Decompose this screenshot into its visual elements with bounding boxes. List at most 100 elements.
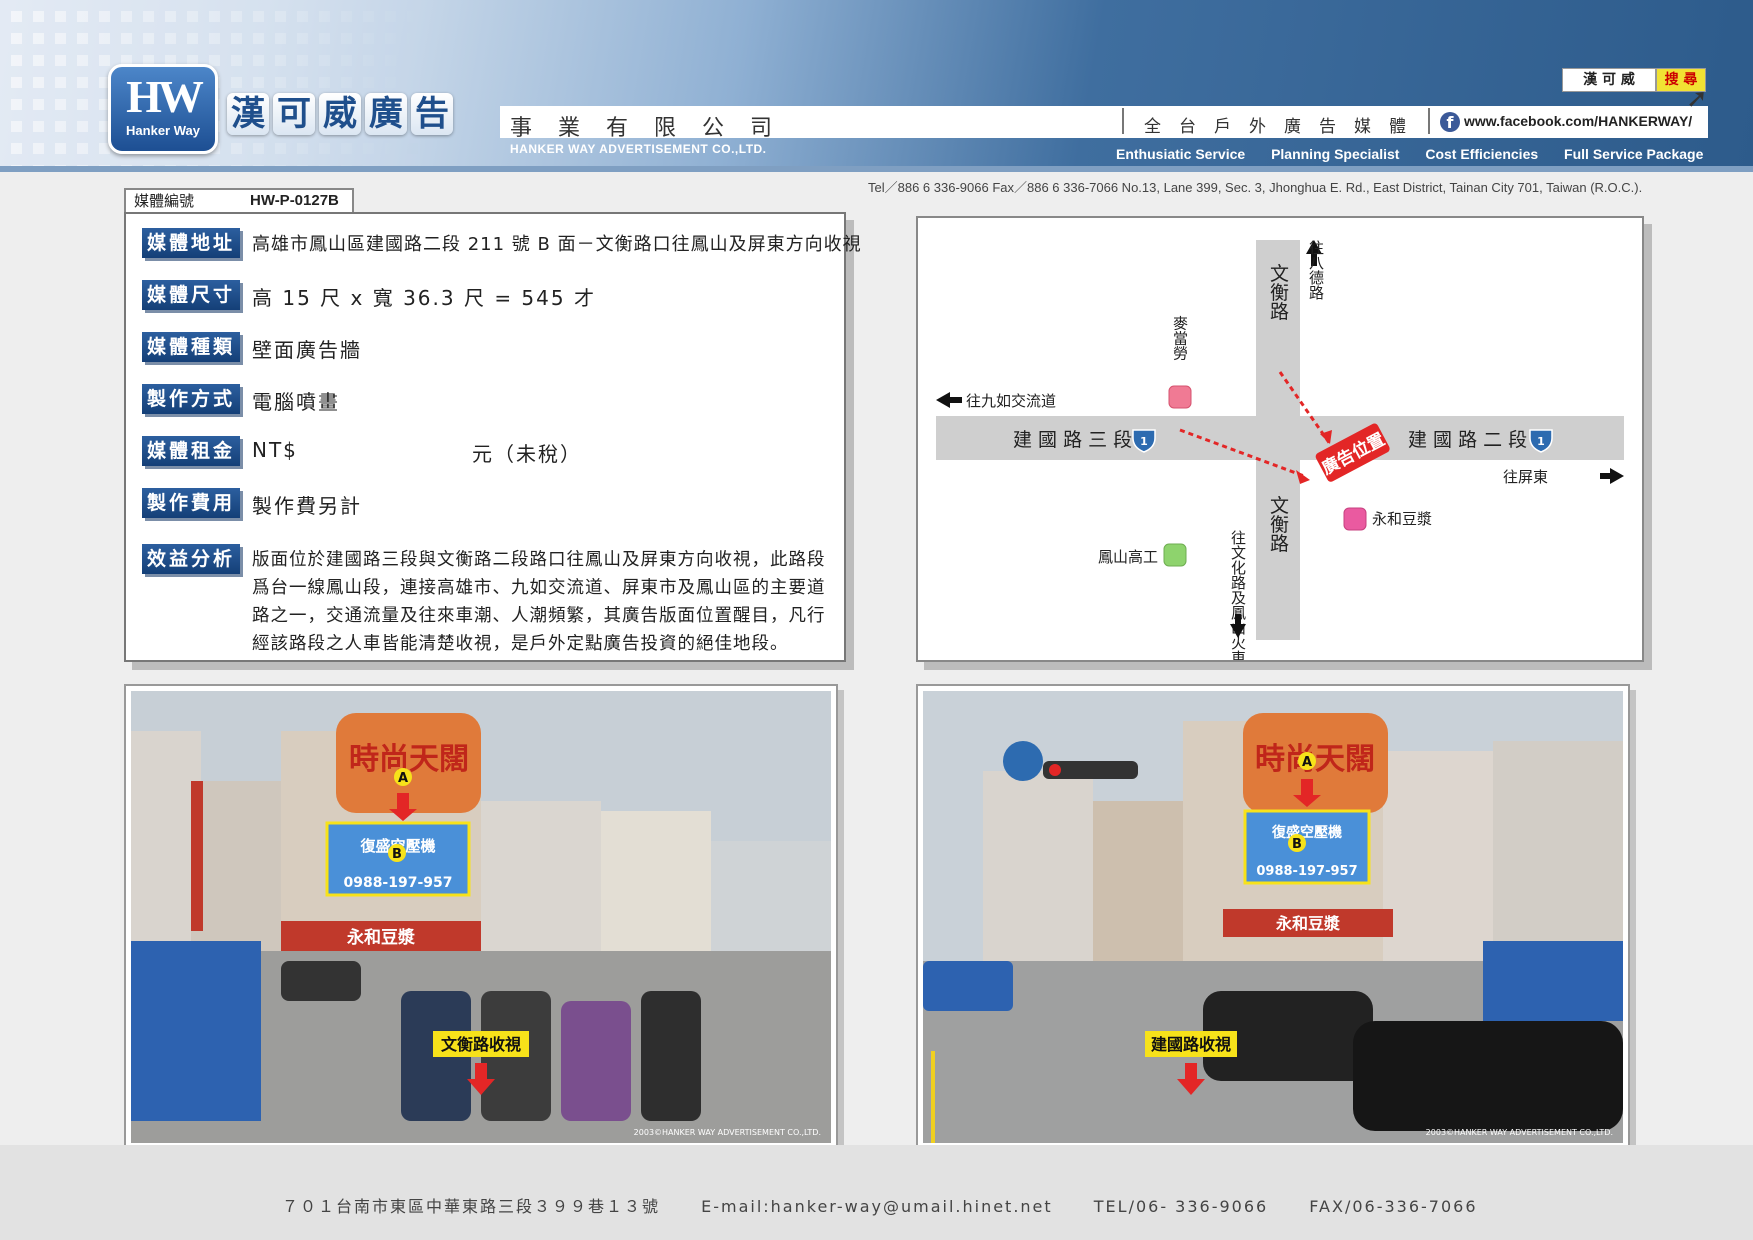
building: [1383, 751, 1493, 961]
marker-a-label: A: [1302, 755, 1312, 770]
footer-email[interactable]: E-mail:hanker-way@umail.hinet.net: [701, 1197, 1053, 1216]
building: [601, 811, 711, 961]
media-id-value: HW-P-0127B: [250, 192, 339, 209]
map-svg: 建 國 路 三 段 建 國 路 二 段 文衡路 文衡路 1 1 往八德路 往九如…: [936, 240, 1624, 660]
cursor-icon: ➚: [1686, 84, 1708, 114]
location-map: 建 國 路 三 段 建 國 路 二 段 文衡路 文衡路 1 1 往八德路 往九如…: [916, 216, 1644, 662]
media-id-label: 媒體編號: [134, 192, 195, 210]
car: [281, 961, 361, 1001]
rent-label: 媒體租金: [142, 436, 240, 466]
building: [711, 841, 831, 961]
photo-left: 時尚天闊 復盛空壓機 0988-197-957 A B 永和豆漿 文衡路收視 2…: [124, 684, 838, 1150]
address-value: 高雄市鳳山區建國路二段 211 號 B 面－文衡路口往鳳山及屏東方向收視: [252, 234, 862, 255]
footer-fax: FAX/06-336-7066: [1309, 1197, 1478, 1216]
route-number: 1: [1140, 435, 1148, 448]
road-west-label: 建 國 路 三 段: [1013, 429, 1132, 451]
landmark-yonghe-label: 永和豆漿: [1372, 510, 1432, 528]
footer-contact: ７０１台南市東區中華東路三段３９９巷１３號 E-mail:hanker-way@…: [282, 1193, 1512, 1217]
facebook-link[interactable]: www.facebook.com/HANKERWAY/: [1464, 113, 1692, 129]
billboard-phone-text: 0988-197-957: [343, 875, 452, 891]
photo-right: 時尚天闊 復盛空壓機 0988-197-957 A B 永和豆漿 建國路收視 2…: [916, 684, 1630, 1150]
copyright-text: 2003©HANKER WAY ADVERTISEMENT CO.,LTD.: [1426, 1128, 1613, 1137]
method-value: 電腦噴畫: [252, 390, 340, 414]
marker-a-label: A: [398, 771, 408, 786]
scooter-rider: [561, 1001, 631, 1121]
footer-tel: TEL/06- 336-9066: [1093, 1197, 1269, 1216]
billboard-phone-text: 0988-197-957: [1256, 864, 1357, 879]
road-south-label: 文衡路: [1267, 495, 1289, 552]
rent-unit: 元（未稅）: [472, 442, 582, 466]
cost-label: 製作費用: [142, 488, 240, 518]
divider: [1122, 108, 1124, 134]
marker-b-label: B: [392, 847, 402, 862]
truck: [1483, 941, 1623, 1021]
analysis-text: 版面位於建國路三段與文衡路二段路口往鳳山及屏東方向收視，此路段爲台一線鳳山段，連…: [252, 550, 826, 654]
traffic-sign-icon: [1003, 741, 1043, 781]
brand-char: 可: [273, 93, 315, 135]
tagline: 全台戶外廣告媒體: [1144, 117, 1424, 137]
size-value: 高 15 尺 x 寬 36.3 尺 = 545 才: [252, 286, 596, 310]
company-suffix: 事業有限公司: [510, 116, 799, 141]
arrow-left-icon: [936, 392, 962, 408]
school-marker-icon: [1163, 543, 1187, 567]
logo-text: HW: [126, 71, 204, 122]
landmark-school-label: 鳳山高工: [1098, 548, 1158, 566]
brand-char: 廣: [365, 93, 407, 135]
dir-south-label: 往文化路及鳳山火車站: [1229, 530, 1247, 660]
mcd-marker-icon: [1168, 385, 1192, 409]
type-label: 媒體種類: [142, 332, 240, 362]
address-label: 媒體地址: [142, 228, 240, 258]
service-item: Cost Efficiencies: [1425, 146, 1539, 162]
footer-address: ７０１台南市東區中華東路三段３９９巷１３號: [282, 1197, 661, 1216]
road-east-label: 建 國 路 二 段: [1408, 429, 1527, 451]
brand-char: 漢: [227, 93, 269, 135]
billboard-main-text: 復盛空壓機: [1271, 824, 1342, 841]
logo-subtext: Hanker Way: [126, 123, 200, 138]
copyright-text: 2003©HANKER WAY ADVERTISEMENT CO.,LTD.: [634, 1128, 821, 1137]
analysis-label: 效益分析: [142, 544, 240, 574]
type-value: 壁面廣告牆: [252, 338, 362, 362]
building: [1493, 741, 1623, 961]
brand-name: 漢 可 威 廣 告: [227, 93, 453, 135]
method-label: 製作方式: [142, 384, 240, 414]
yonghe-marker-icon: [1343, 507, 1367, 531]
landmark-mcd-label: 麥當勞: [1171, 316, 1189, 362]
header-banner: [0, 0, 1753, 170]
photo-caption-right: 建國路收視: [1151, 1035, 1231, 1054]
brand-char: 告: [411, 93, 453, 135]
marker-b-label: B: [1292, 837, 1302, 852]
arrow-right-icon: [1600, 468, 1624, 484]
photo-caption-left: 文衡路收視: [441, 1035, 521, 1054]
search-input[interactable]: 漢 可 威: [1562, 68, 1656, 92]
service-item: Full Service Package: [1564, 146, 1704, 162]
info-panel: 媒體地址 高雄市鳳山區建國路二段 211 號 B 面－文衡路口往鳳山及屏東方向收…: [124, 212, 862, 662]
building: [191, 781, 281, 961]
dir-west-label: 往九如交流道: [966, 392, 1056, 410]
street-photo-left: 時尚天闊 復盛空壓機 0988-197-957 A B 永和豆漿 文衡路收視 2…: [131, 691, 831, 1143]
scooter-rider: [641, 991, 701, 1121]
dir-north-label: 往八德路: [1307, 240, 1325, 300]
car: [1353, 1021, 1623, 1131]
media-id-tab: 媒體編號 HW-P-0127B: [124, 188, 354, 214]
vertical-sign: [191, 781, 203, 931]
road-north-label: 文衡路: [1267, 263, 1289, 320]
dir-east-label: 往屏東: [1503, 468, 1548, 486]
shop-sign-text: 永和豆漿: [346, 927, 415, 948]
hw-logo: HW Hanker Way: [108, 64, 218, 154]
building: [481, 801, 601, 961]
truck: [923, 961, 1013, 1011]
building: [1093, 801, 1183, 971]
size-label: 媒體尺寸: [142, 280, 240, 310]
facebook-icon[interactable]: f: [1440, 112, 1460, 132]
red-light-icon: [1049, 764, 1061, 776]
contact-line: Tel／886 6 336-9066 Fax／886 6 336-7066 No…: [868, 180, 1643, 195]
shop-sign-text: 永和豆漿: [1275, 914, 1341, 933]
truck: [131, 941, 261, 1121]
street-photo-right: 時尚天闊 復盛空壓機 0988-197-957 A B 永和豆漿 建國路收視 2…: [923, 691, 1623, 1143]
cost-value: 製作費另計: [252, 494, 362, 518]
divider: [1428, 108, 1430, 134]
service-item: Planning Specialist: [1271, 146, 1400, 162]
service-item: Enthusiatic Service: [1116, 146, 1246, 162]
building: [131, 731, 201, 951]
brand-char: 威: [319, 93, 361, 135]
